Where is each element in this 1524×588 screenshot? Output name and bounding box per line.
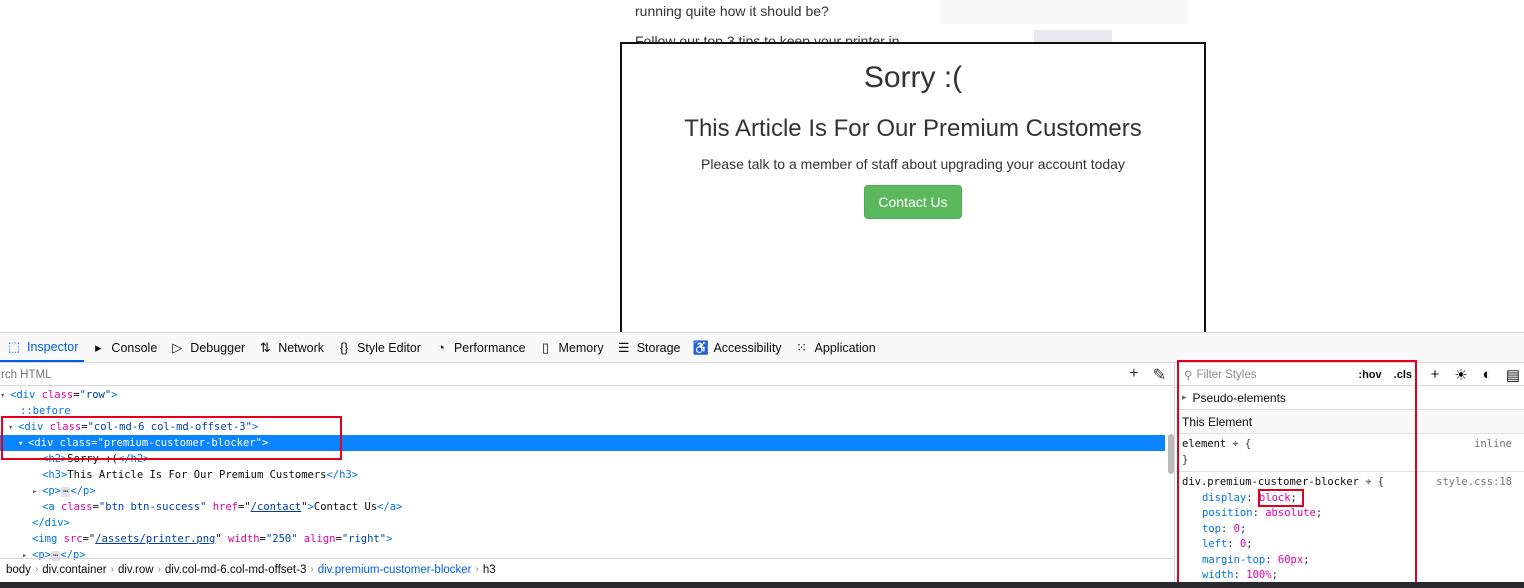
expand-triangle-icon[interactable]: ▸ [1182,392,1187,403]
inspector-icon: ⬚ [7,338,21,354]
tab-label: Performance [453,340,526,355]
target-icon[interactable]: ⌖ [1233,438,1239,450]
expand-triangle-icon[interactable]: ▾ [18,436,28,452]
tab-label: Console [111,340,158,355]
tab-label: Debugger [190,340,246,355]
add-node-icon[interactable]: + [1129,365,1138,385]
search-html-input[interactable]: rch HTML [0,369,1129,381]
expand-triangle-icon[interactable]: ▸ [32,484,42,500]
premium-customer-blocker: Sorry :( This Article Is For Our Premium… [620,42,1206,332]
tab-label: Inspector [27,339,79,354]
web-page-viewport: running quite how it should be? Follow o… [0,0,1524,332]
breadcrumb-item[interactable]: div.col-md-6.col-md-offset-3 [165,564,306,576]
tab-storage[interactable]: ☰ Storage [610,333,687,362]
markup-scrollbar[interactable] [1168,434,1174,474]
pseudo-elements-section[interactable]: ▸ Pseudo-elements [1176,386,1524,410]
tree-row[interactable]: ▾ <div class="col-md-6 col-md-offset-3"> [0,419,1174,435]
accessibility-icon: ♿ [692,339,709,355]
performance-icon: ◔ [437,340,445,355]
hov-toggle[interactable]: :hov [1358,369,1381,381]
network-icon: ⇅ [259,339,271,355]
element-rule: element ⌖ { inline } [1176,434,1524,472]
tree-row[interactable]: ▸ <p> ⋯ </p> [0,483,1174,499]
breadcrumb: body › div.container › div.row › div.col-md… [0,558,1175,580]
tab-label: Style Editor [357,340,421,355]
devtools-panel: ⬚ Inspector ▸ Console ▷ Debugger ⇅ Netwo… [0,332,1524,588]
tree-row-selected[interactable]: ▾ <div class="premium-customer-blocker"> [0,435,1165,451]
filter-icon: ⚲ [1184,369,1193,382]
breadcrumb-item[interactable]: body [6,564,31,576]
inspector-panes: rch HTML + ✎ ▾ <div class="row"> ::before… [0,364,1524,588]
style-editor-icon: {} [339,340,349,355]
breadcrumb-item[interactable]: h3 [483,564,496,576]
tree-row[interactable]: <h2>Sorry :(</h2> [0,451,1174,467]
markup-search-bar: rch HTML + ✎ [0,364,1174,386]
console-icon: ▸ [95,339,102,355]
tab-debugger[interactable]: ▷ Debugger [163,333,251,362]
rule-selector: div.premium-customer-blocker [1182,476,1360,488]
css-declaration[interactable]: margin-top: 60px; [1182,553,1518,569]
css-declaration[interactable]: top: 0; [1182,522,1518,538]
section-label: This Element [1182,414,1253,429]
dark-mode-icon[interactable]: ◐ [1476,366,1498,383]
tab-style-editor[interactable]: {} Style Editor [330,333,427,362]
blocker-rule: div.premium-customer-blocker ⌖ { style.c… [1176,472,1524,588]
tab-performance[interactable]: ◔ Performance [427,333,532,362]
rule-selector: element [1182,438,1227,450]
ellipsis-badge[interactable]: ⋯ [60,487,71,497]
tab-inspector[interactable]: ⬚ Inspector [0,333,85,362]
tree-row[interactable]: <h3>This Article Is For Our Premium Cust… [0,467,1174,483]
debugger-icon: ▷ [172,339,183,355]
tab-label: Memory [558,340,604,355]
tree-row[interactable]: <a class="btn btn-success" href="/contac… [0,499,1174,515]
css-declaration[interactable]: left: 0; [1182,537,1518,553]
blocker-message: Please talk to a member of staff about u… [701,156,1125,172]
this-element-header: This Element [1176,410,1524,434]
css-declaration[interactable]: position: absolute; [1182,506,1518,522]
rule-source-link[interactable]: style.css:18 [1436,475,1512,491]
tree-row[interactable]: </div> [0,515,1174,531]
memory-icon: ▯ [541,339,550,355]
tree-row[interactable]: ▾ <div class="row"> [0,387,1174,403]
tab-label: Network [278,340,325,355]
devtools-toolbar: ⬚ Inspector ▸ Console ▷ Debugger ⇅ Netwo… [0,333,1524,363]
rules-view: ⚲ Filter Styles :hov .cls + ☀ ◐ ▤ ▸ Pseu… [1176,364,1524,588]
storage-icon: ☰ [617,339,630,355]
tab-label: Accessibility [713,340,782,355]
light-mode-icon[interactable]: ☀ [1450,366,1472,384]
markup-tree: ▾ <div class="row"> ::before ▾ <div class=… [0,386,1174,563]
tab-console[interactable]: ▸ Console [84,333,163,362]
breadcrumb-item[interactable]: div.row [118,564,154,576]
contact-us-button[interactable]: Contact Us [864,185,962,219]
tab-label: Storage [636,340,681,355]
breadcrumb-item[interactable]: div.container [42,564,106,576]
target-icon[interactable]: ⌖ [1365,476,1371,488]
window-bottom-edge [0,582,1524,588]
blocker-title: Sorry :( [863,61,963,94]
expand-triangle-icon[interactable]: ▾ [8,420,18,436]
application-icon: ⁙ [796,339,807,355]
rule-source: inline [1474,438,1512,450]
tab-network[interactable]: ⇅ Network [251,333,330,362]
css-declaration[interactable]: display: block; [1182,491,1518,507]
section-label: Pseudo-elements [1192,390,1286,405]
printer-image [940,0,1188,24]
tab-label: Application [814,340,876,355]
breadcrumb-item[interactable]: div.premium-customer-blocker [318,564,472,576]
filter-styles-bar: ⚲ Filter Styles :hov .cls + ☀ ◐ ▤ [1176,364,1524,386]
tab-memory[interactable]: ▯ Memory [532,333,610,362]
article-text-line: running quite how it should be? [635,3,829,19]
tree-row[interactable]: <img src="/assets/printer.png" width="25… [0,531,1174,547]
eyedropper-icon[interactable]: ✎ [1153,365,1166,385]
tab-application[interactable]: ⁙ Application [788,333,882,362]
tree-row[interactable]: ::before [0,403,1174,419]
print-media-icon[interactable]: ▤ [1502,366,1524,384]
add-rule-icon[interactable]: + [1424,366,1446,383]
markup-view: rch HTML + ✎ ▾ <div class="row"> ::before… [0,364,1175,588]
expand-triangle-icon[interactable]: ▾ [0,388,10,404]
tab-accessibility[interactable]: ♿ Accessibility [686,333,787,362]
cls-toggle[interactable]: .cls [1394,369,1412,381]
blocker-heading: This Article Is For Our Premium Customer… [684,115,1142,142]
filter-styles-input[interactable]: Filter Styles [1196,369,1354,381]
